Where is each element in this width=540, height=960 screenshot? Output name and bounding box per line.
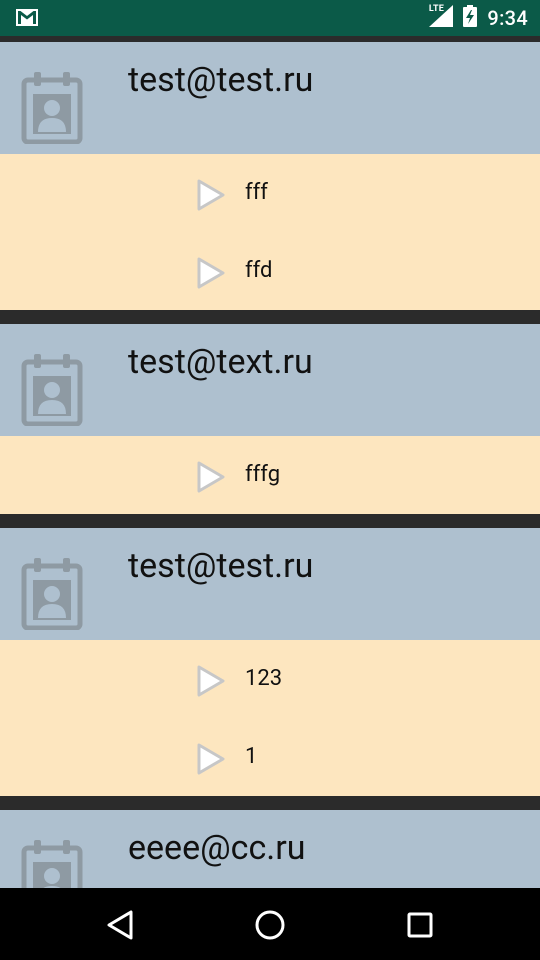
group-item[interactable]: eeee@cc.ru — [0, 810, 540, 888]
expandable-list[interactable]: test@test.ru fff ffd test@text.ru fffg t… — [0, 36, 540, 888]
child-item[interactable]: fff — [0, 154, 540, 232]
child-item[interactable]: 1 — [0, 718, 540, 796]
signal-icon — [429, 5, 454, 31]
contact-calendar-icon — [20, 558, 84, 631]
play-icon — [196, 256, 226, 290]
gmail-icon — [16, 9, 38, 30]
back-button[interactable] — [103, 908, 137, 942]
child-item[interactable]: fffg — [0, 436, 540, 514]
child-label: fff — [245, 180, 268, 205]
play-icon — [196, 664, 226, 698]
group-header[interactable]: test@text.ru — [0, 324, 540, 436]
play-icon — [196, 460, 226, 494]
contact-calendar-icon — [20, 840, 84, 888]
child-label: 123 — [245, 666, 283, 691]
child-label: fffg — [245, 462, 281, 487]
group-item[interactable]: test@test.ru 123 1 — [0, 528, 540, 796]
child-label: 1 — [245, 744, 258, 769]
contact-calendar-icon — [20, 72, 84, 145]
child-item[interactable]: 123 — [0, 640, 540, 718]
navigation-bar — [0, 888, 540, 960]
group-header[interactable]: test@test.ru — [0, 528, 540, 640]
play-icon — [196, 178, 226, 212]
group-email: test@test.ru — [128, 546, 314, 586]
play-icon — [196, 742, 226, 776]
recents-button[interactable] — [403, 908, 437, 942]
clock: 9:34 — [487, 6, 528, 30]
group-email: test@test.ru — [128, 60, 314, 100]
group-email: eeee@cc.ru — [128, 828, 306, 868]
child-label: ffd — [245, 258, 273, 283]
group-header[interactable]: eeee@cc.ru — [0, 810, 540, 888]
home-button[interactable] — [253, 908, 287, 942]
group-email: test@text.ru — [128, 342, 313, 382]
status-bar: LTE 9:34 — [0, 0, 540, 36]
battery-charging-icon — [463, 5, 478, 31]
contact-calendar-icon — [20, 354, 84, 427]
child-item[interactable]: ffd — [0, 232, 540, 310]
group-header[interactable]: test@test.ru — [0, 42, 540, 154]
group-item[interactable]: test@test.ru fff ffd — [0, 42, 540, 310]
group-item[interactable]: test@text.ru fffg — [0, 324, 540, 514]
